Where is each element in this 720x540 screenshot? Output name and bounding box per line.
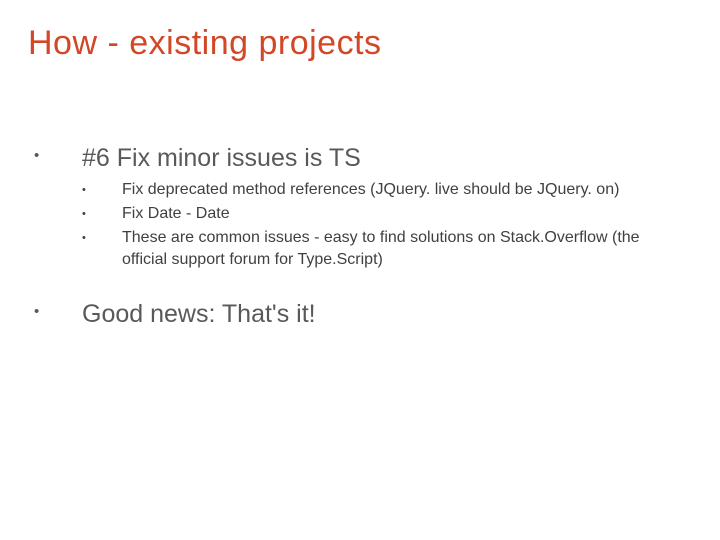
bullet-marker: • <box>34 143 82 169</box>
bullet-item: • Good news: That's it! <box>34 299 692 329</box>
bullet-text: Good news: That's it! <box>82 299 316 329</box>
sub-list: • Fix deprecated method references (JQue… <box>82 179 692 271</box>
bullet-marker: • <box>34 299 82 325</box>
bullet-marker: • <box>82 203 122 225</box>
sub-bullet-text: Fix deprecated method references (JQuery… <box>122 179 692 201</box>
sub-bullet-text: Fix Date - Date <box>122 203 692 225</box>
slide-title: How - existing projects <box>28 24 692 63</box>
bullet-item: • #6 Fix minor issues is TS <box>34 143 692 173</box>
sub-bullet-item: • These are common issues - easy to find… <box>82 227 692 271</box>
bullet-marker: • <box>82 179 122 201</box>
sub-bullet-item: • Fix Date - Date <box>82 203 692 225</box>
sub-bullet-item: • Fix deprecated method references (JQue… <box>82 179 692 201</box>
slide-content: • #6 Fix minor issues is TS • Fix deprec… <box>28 143 692 329</box>
bullet-marker: • <box>82 227 122 249</box>
bullet-text: #6 Fix minor issues is TS <box>82 143 361 173</box>
sub-bullet-text: These are common issues - easy to find s… <box>122 227 692 271</box>
